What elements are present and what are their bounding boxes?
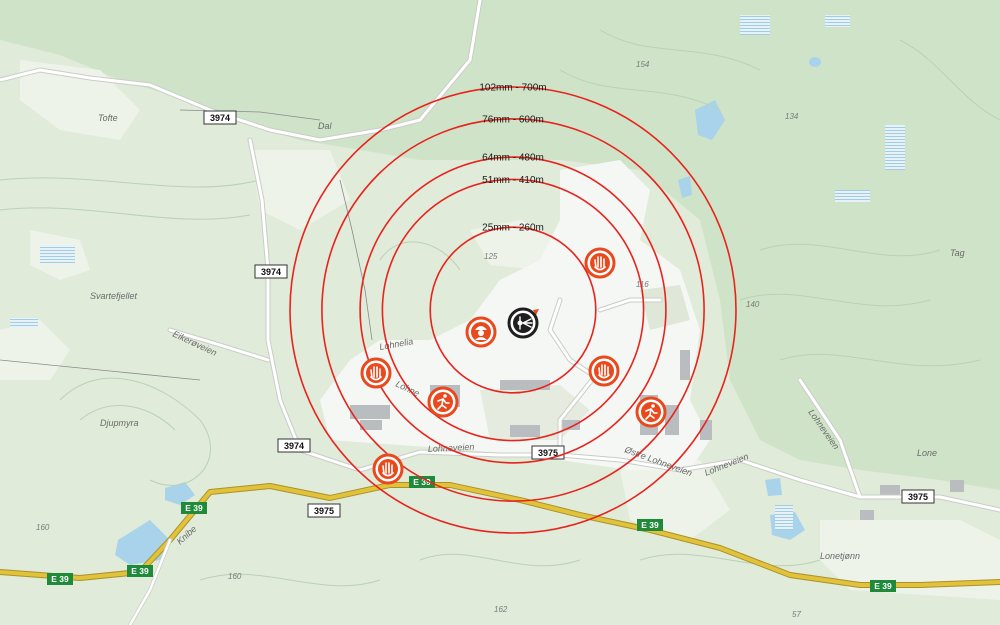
label-dal: Dal [318, 121, 333, 131]
svg-text:E 39: E 39 [185, 503, 203, 513]
label-tofte: Tofte [98, 113, 118, 123]
svg-text:E 39: E 39 [641, 520, 659, 530]
ring-25mm-label: 25mm - 260m [482, 223, 544, 234]
e39-shield-1: E 39 [181, 502, 207, 514]
svg-text:E 39: E 39 [51, 574, 69, 584]
road-shield-3975-b: 3975 [307, 503, 341, 518]
road-shield-3974-a: 3974 [203, 110, 237, 125]
ring-64mm-label: 64mm - 480m [482, 153, 544, 164]
label-djupmyra: Djupmyra [100, 418, 139, 428]
blast-radius-map[interactable]: 154 134 125 116 140 160 160 162 57 Tofte… [0, 0, 1000, 625]
e39-shield-5: E 39 [127, 565, 153, 577]
label-tag: Tag [950, 248, 965, 258]
svg-text:154: 154 [636, 60, 650, 69]
explosion-icon[interactable] [507, 307, 539, 339]
ring-76mm-label: 76mm - 600m [482, 114, 544, 125]
hardhat-worker-icon[interactable] [465, 316, 497, 348]
road-shield-3974-b: 3974 [254, 264, 288, 279]
road-shield-3974-c: 3974 [277, 438, 311, 453]
svg-text:134: 134 [785, 112, 799, 121]
svg-text:140: 140 [746, 300, 760, 309]
svg-text:57: 57 [792, 610, 801, 619]
e39-shield-4: E 39 [47, 573, 73, 585]
road-shield-3975-a: 3975 [531, 445, 565, 460]
ring-102mm-label: 102mm - 700m [479, 83, 546, 94]
road-shield-3975-c: 3975 [901, 489, 935, 504]
svg-text:E 39: E 39 [131, 566, 149, 576]
hand-stop-icon[interactable] [588, 355, 620, 387]
svg-text:3974: 3974 [210, 113, 230, 123]
svg-text:E 39: E 39 [874, 581, 892, 591]
svg-text:3974: 3974 [284, 441, 304, 451]
ring-51mm-label: 51mm - 410m [482, 175, 544, 186]
hand-stop-icon[interactable] [360, 357, 392, 389]
e39-shield-3: E 39 [637, 519, 663, 531]
svg-text:3974: 3974 [261, 267, 281, 277]
e39-shield-6: E 39 [870, 580, 896, 592]
hand-stop-icon[interactable] [584, 247, 616, 279]
svg-text:160: 160 [36, 523, 50, 532]
svg-text:116: 116 [636, 280, 649, 289]
running-person-icon[interactable] [635, 396, 667, 428]
label-lonetjonn: Lonetjønn [820, 551, 860, 561]
svg-text:125: 125 [484, 252, 498, 261]
label-lone: Lone [917, 448, 937, 458]
svg-text:162: 162 [494, 605, 508, 614]
label-svartefjellet: Svartefjellet [90, 291, 138, 301]
svg-text:160: 160 [228, 572, 242, 581]
svg-text:3975: 3975 [314, 506, 334, 516]
svg-text:3975: 3975 [908, 492, 928, 502]
running-person-icon[interactable] [427, 386, 459, 418]
hand-stop-icon[interactable] [372, 453, 404, 485]
